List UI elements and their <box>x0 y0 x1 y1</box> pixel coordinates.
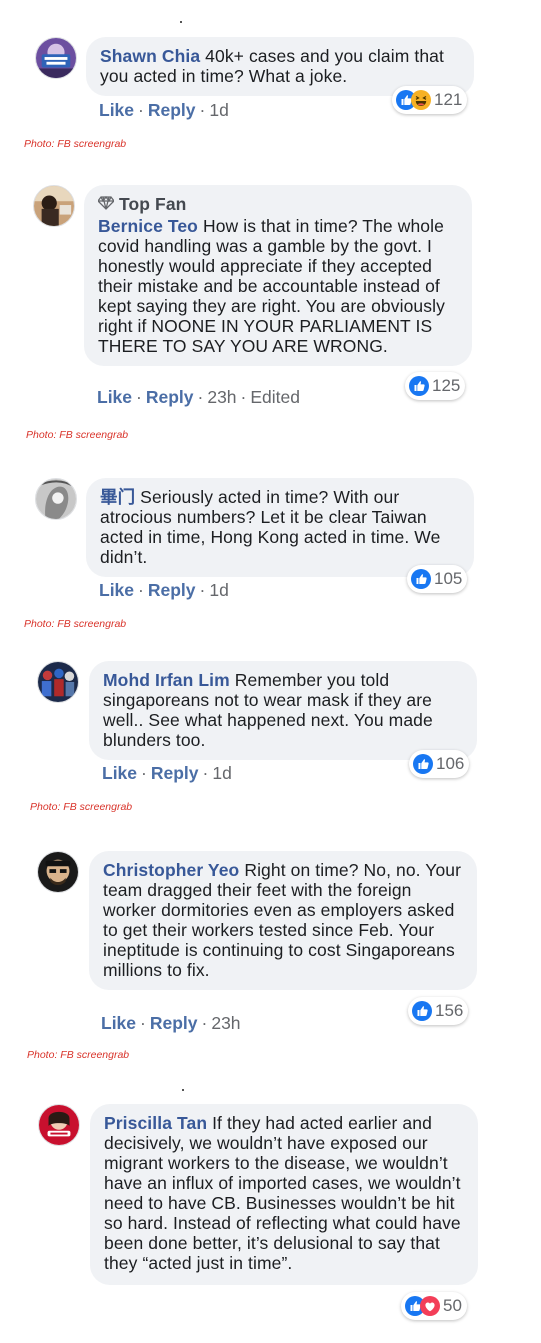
comment-actions: Like · Reply · 23h · Edited <box>97 387 300 408</box>
separator: · <box>202 763 209 783</box>
avatar[interactable] <box>33 185 75 227</box>
separator: · <box>141 763 147 783</box>
avatar[interactable] <box>35 478 77 520</box>
comment-timestamp[interactable]: 1d <box>209 100 228 120</box>
comment-timestamp[interactable]: 1d <box>209 580 228 600</box>
comment-bubble: Top Fan Bernice Teo How is that in time?… <box>84 185 472 366</box>
photo-credit: Photo: FB screengrab <box>27 1049 130 1061</box>
diamond-icon <box>97 194 115 214</box>
separator: · <box>138 100 144 120</box>
reply-button[interactable]: Reply <box>148 100 196 120</box>
photo-credit: Photo: FB screengrab <box>26 429 129 441</box>
like-icon <box>412 1001 432 1021</box>
avatar[interactable] <box>37 851 79 893</box>
separator: · <box>140 1013 146 1033</box>
avatar[interactable] <box>35 37 77 79</box>
divider-dot <box>180 21 182 23</box>
love-icon <box>420 1296 440 1316</box>
commenter-name[interactable]: Shawn Chia <box>100 46 200 66</box>
reaction-summary[interactable]: 121 <box>392 86 468 114</box>
commenter-name[interactable]: Priscilla Tan <box>104 1113 207 1133</box>
comment-timestamp[interactable]: 23h <box>211 1013 240 1033</box>
reaction-summary[interactable]: 105 <box>407 565 468 593</box>
photo-credit: Photo: FB screengrab <box>30 801 133 813</box>
reply-button[interactable]: Reply <box>148 580 196 600</box>
separator: · <box>138 580 144 600</box>
haha-icon <box>411 90 431 110</box>
reaction-count: 125 <box>432 376 461 395</box>
comment-bubble: Mohd Irfan Lim Remember you told singapo… <box>89 661 477 760</box>
reaction-summary[interactable]: 106 <box>409 750 470 778</box>
like-icon <box>411 569 431 589</box>
comment-text: How is that in time? The whole covid han… <box>98 216 445 356</box>
comment-actions: Like · Reply · 1d <box>99 580 229 601</box>
avatar[interactable] <box>38 1104 80 1146</box>
commenter-name[interactable]: Mohd Irfan Lim <box>103 670 230 690</box>
comment-text: Seriously acted in time? With our atroci… <box>100 487 441 567</box>
separator: · <box>240 387 247 407</box>
commenter-name[interactable]: Christopher Yeo <box>103 860 239 880</box>
separator: · <box>201 1013 208 1033</box>
photo-credit: Photo: FB screengrab <box>24 138 127 150</box>
separator: · <box>197 387 204 407</box>
like-icon <box>413 754 433 774</box>
reaction-summary[interactable]: 50 <box>401 1292 467 1320</box>
top-fan-label: Top Fan <box>119 194 187 214</box>
reply-button[interactable]: Reply <box>150 1013 198 1033</box>
like-button[interactable]: Like <box>97 387 132 407</box>
reaction-summary[interactable]: 156 <box>408 997 469 1025</box>
like-icon <box>409 376 429 396</box>
reaction-summary[interactable]: 125 <box>405 372 466 400</box>
top-fan-badge: Top Fan <box>97 194 458 214</box>
reaction-count: 50 <box>443 1296 462 1315</box>
separator: · <box>199 100 206 120</box>
divider-dot <box>182 1089 184 1091</box>
comment-bubble: 畢门 Seriously acted in time? With our atr… <box>86 478 474 577</box>
reaction-count: 105 <box>434 569 463 588</box>
like-button[interactable]: Like <box>99 100 134 120</box>
comment-bubble: Priscilla Tan If they had acted earlier … <box>90 1104 478 1285</box>
comment-actions: Like · Reply · 1d <box>99 100 229 121</box>
comment-actions: Like · Reply · 23h <box>101 1013 241 1034</box>
reply-button[interactable]: Reply <box>146 387 194 407</box>
like-button[interactable]: Like <box>101 1013 136 1033</box>
like-button[interactable]: Like <box>99 580 134 600</box>
avatar[interactable] <box>37 661 79 703</box>
comment-text: If they had acted earlier and decisively… <box>104 1113 461 1273</box>
comment-timestamp[interactable]: 1d <box>212 763 231 783</box>
reaction-count: 106 <box>436 754 465 773</box>
commenter-name[interactable]: Bernice Teo <box>98 216 198 236</box>
separator: · <box>136 387 142 407</box>
comment-bubble: Christopher Yeo Right on time? No, no. Y… <box>89 851 477 990</box>
commenter-name[interactable]: 畢门 <box>100 487 135 507</box>
comment-actions: Like · Reply · 1d <box>102 763 232 784</box>
comment-timestamp[interactable]: 23h <box>207 387 236 407</box>
like-button[interactable]: Like <box>102 763 137 783</box>
separator: · <box>199 580 206 600</box>
reaction-count: 121 <box>434 90 463 109</box>
photo-credit: Photo: FB screengrab <box>24 618 127 630</box>
edited-label[interactable]: Edited <box>250 387 300 407</box>
reply-button[interactable]: Reply <box>151 763 199 783</box>
reaction-count: 156 <box>435 1001 464 1020</box>
